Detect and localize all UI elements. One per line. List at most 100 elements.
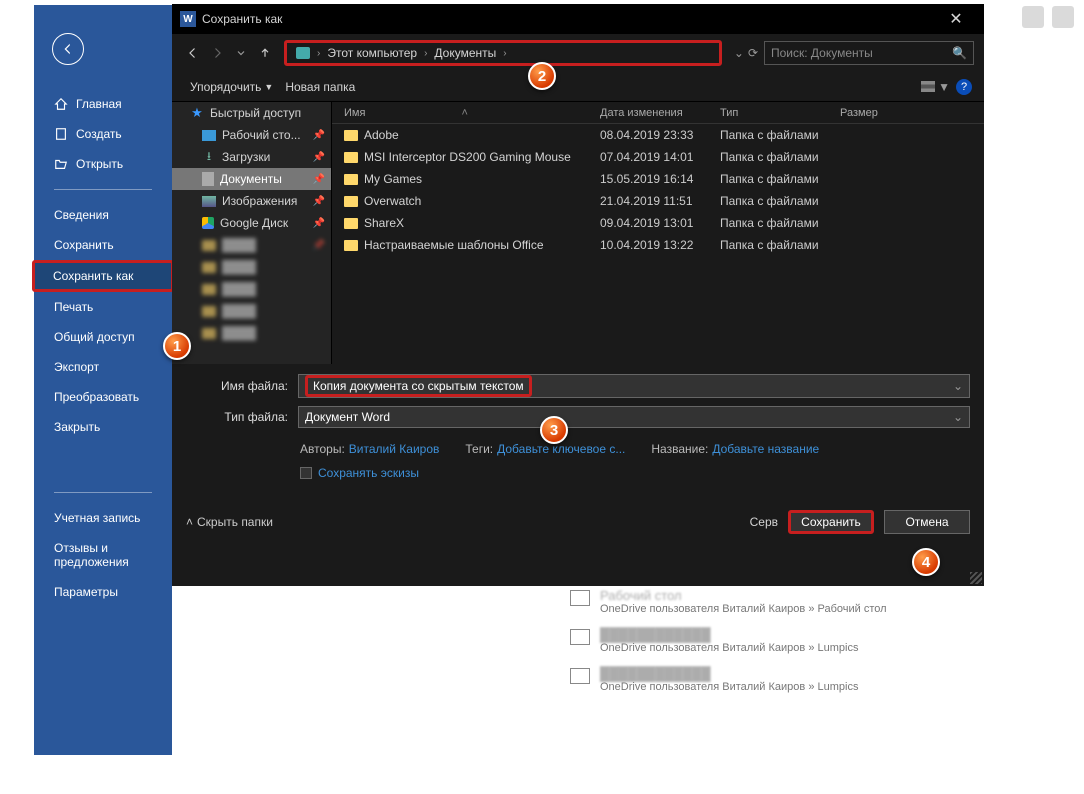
chevron-down-icon: ▼: [264, 82, 273, 92]
title-value[interactable]: Добавьте название: [712, 442, 819, 456]
nav-recent[interactable]: [230, 42, 252, 64]
save-thumbs-checkbox[interactable]: [300, 467, 312, 479]
monitor-icon: [202, 130, 216, 141]
chevron-down-icon[interactable]: ⌄: [953, 379, 963, 393]
new-folder-button[interactable]: Новая папка: [279, 76, 361, 98]
crumb-docs[interactable]: Документы: [429, 46, 501, 60]
star-icon: ★: [190, 106, 204, 120]
folder-icon: [344, 174, 358, 185]
col-type[interactable]: Тип: [720, 107, 840, 119]
folder-icon: [344, 152, 358, 163]
callout-3: 3: [540, 416, 568, 444]
resize-handle[interactable]: [970, 572, 982, 584]
chevron-right-icon: ›: [315, 48, 322, 59]
crumb-pc[interactable]: Этот компьютер: [322, 46, 422, 60]
table-row[interactable]: MSI Interceptor DS200 Gaming Mouse07.04.…: [332, 146, 984, 168]
view-button[interactable]: ▼: [921, 80, 950, 94]
folder-tree: ★Быстрый доступ Рабочий сто...📌 Загрузки…: [172, 102, 332, 364]
open-icon: [54, 157, 68, 171]
cancel-button[interactable]: Отмена: [884, 510, 970, 534]
chevron-down-icon: ⌄: [953, 410, 963, 424]
nav-info[interactable]: Сведения: [34, 200, 172, 230]
nav-create[interactable]: Создать: [34, 119, 172, 149]
table-row[interactable]: Настраиваемые шаблоны Office10.04.2019 1…: [332, 234, 984, 256]
pin-icon: 📌: [313, 152, 325, 163]
folder-icon: [202, 262, 216, 273]
filetype-label: Тип файла:: [186, 410, 298, 424]
nav-up[interactable]: [254, 42, 276, 64]
nav-print[interactable]: Печать: [34, 292, 172, 322]
authors-value[interactable]: Виталий Каиров: [349, 442, 440, 456]
nav-fwd[interactable]: [206, 42, 228, 64]
title-label: Название:: [651, 442, 708, 456]
tree-documents[interactable]: Документы📌: [172, 168, 331, 190]
chevron-right-icon: ›: [501, 48, 508, 59]
hide-folders-button[interactable]: ˄Скрыть папки: [186, 515, 273, 529]
table-row[interactable]: Adobe08.04.2019 23:33Папка с файлами: [332, 124, 984, 146]
filetype-dropdown[interactable]: Документ Word ⌄: [298, 406, 970, 428]
nav-export[interactable]: Экспорт: [34, 352, 172, 382]
crumb-pc-icon[interactable]: [291, 47, 315, 59]
save-button[interactable]: Сохранить: [788, 510, 874, 534]
tree-quick[interactable]: ★Быстрый доступ: [172, 102, 331, 124]
tree-gdrive[interactable]: Google Диск📌: [172, 212, 331, 234]
callout-1: 1: [163, 332, 191, 360]
nav-save-as[interactable]: Сохранить как: [32, 260, 174, 292]
back-button[interactable]: [52, 33, 84, 65]
tree-downloads[interactable]: Загрузки📌: [172, 146, 331, 168]
nav-account[interactable]: Учетная запись: [34, 503, 172, 533]
tree-images[interactable]: Изображения📌: [172, 190, 331, 212]
nav-save[interactable]: Сохранить: [34, 230, 172, 260]
tree-desktop[interactable]: Рабочий сто...📌: [172, 124, 331, 146]
table-row[interactable]: My Games15.05.2019 16:14Папка с файлами: [332, 168, 984, 190]
folder-icon: [344, 240, 358, 251]
col-date[interactable]: Дата изменения: [600, 107, 720, 119]
tools-dropdown[interactable]: Серв: [750, 515, 778, 529]
close-button[interactable]: ✕: [936, 4, 976, 34]
pin-icon: 📌: [313, 174, 325, 185]
tree-blurred[interactable]: ████: [172, 256, 331, 278]
tree-blurred[interactable]: ████: [172, 278, 331, 300]
tree-blurred[interactable]: ████: [172, 300, 331, 322]
chevron-down-icon[interactable]: ⌄: [734, 46, 744, 60]
nav-back[interactable]: [182, 42, 204, 64]
callout-2: 2: [528, 62, 556, 90]
create-icon: [54, 127, 68, 141]
breadcrumb[interactable]: › Этот компьютер › Документы ›: [284, 40, 722, 66]
tags-value[interactable]: Добавьте ключевое с...: [497, 442, 625, 456]
folder-icon: [202, 328, 216, 339]
search-input[interactable]: Поиск: Документы 🔍: [764, 41, 974, 65]
nav-feedback[interactable]: Отзывы и предложения: [34, 533, 172, 577]
sort-icon: ˄: [461, 107, 467, 119]
save-as-dialog: W Сохранить как ✕ › Этот компьютер › Док…: [172, 4, 984, 586]
nav-open[interactable]: Открыть: [34, 149, 172, 179]
folder-icon: [202, 240, 216, 251]
refresh-icon[interactable]: ⟳: [748, 46, 758, 60]
chevron-right-icon: ›: [422, 48, 429, 59]
tree-blurred[interactable]: ████📌: [172, 234, 331, 256]
folder-icon: [570, 629, 590, 645]
save-thumbs-label: Сохранять эскизы: [318, 466, 419, 480]
filename-label: Имя файла:: [186, 379, 298, 393]
nav-home[interactable]: Главная: [34, 89, 172, 119]
table-row[interactable]: ShareX09.04.2019 13:01Папка с файлами: [332, 212, 984, 234]
col-name[interactable]: Имя˄: [344, 107, 600, 119]
col-size[interactable]: Размер: [840, 107, 910, 119]
dialog-title: Сохранить как: [202, 12, 936, 26]
nav-options[interactable]: Параметры: [34, 577, 172, 607]
home-icon: [54, 97, 68, 111]
doc-icon: [202, 172, 214, 186]
nav-share[interactable]: Общий доступ: [34, 322, 172, 352]
tree-blurred[interactable]: ████: [172, 322, 331, 344]
search-placeholder: Поиск: Документы: [771, 46, 873, 60]
folder-icon: [344, 196, 358, 207]
table-row[interactable]: Overwatch21.04.2019 11:51Папка с файлами: [332, 190, 984, 212]
nav-close[interactable]: Закрыть: [34, 412, 172, 442]
organize-button[interactable]: Упорядочить▼: [184, 76, 279, 98]
help-icon[interactable]: ?: [956, 79, 972, 95]
pin-icon: 📌: [313, 130, 325, 141]
nav-transform[interactable]: Преобразовать: [34, 382, 172, 412]
filename-input[interactable]: Копия документа со скрытым текстом ⌄: [298, 374, 970, 398]
folder-icon: [344, 130, 358, 141]
pin-icon: 📌: [313, 196, 325, 207]
